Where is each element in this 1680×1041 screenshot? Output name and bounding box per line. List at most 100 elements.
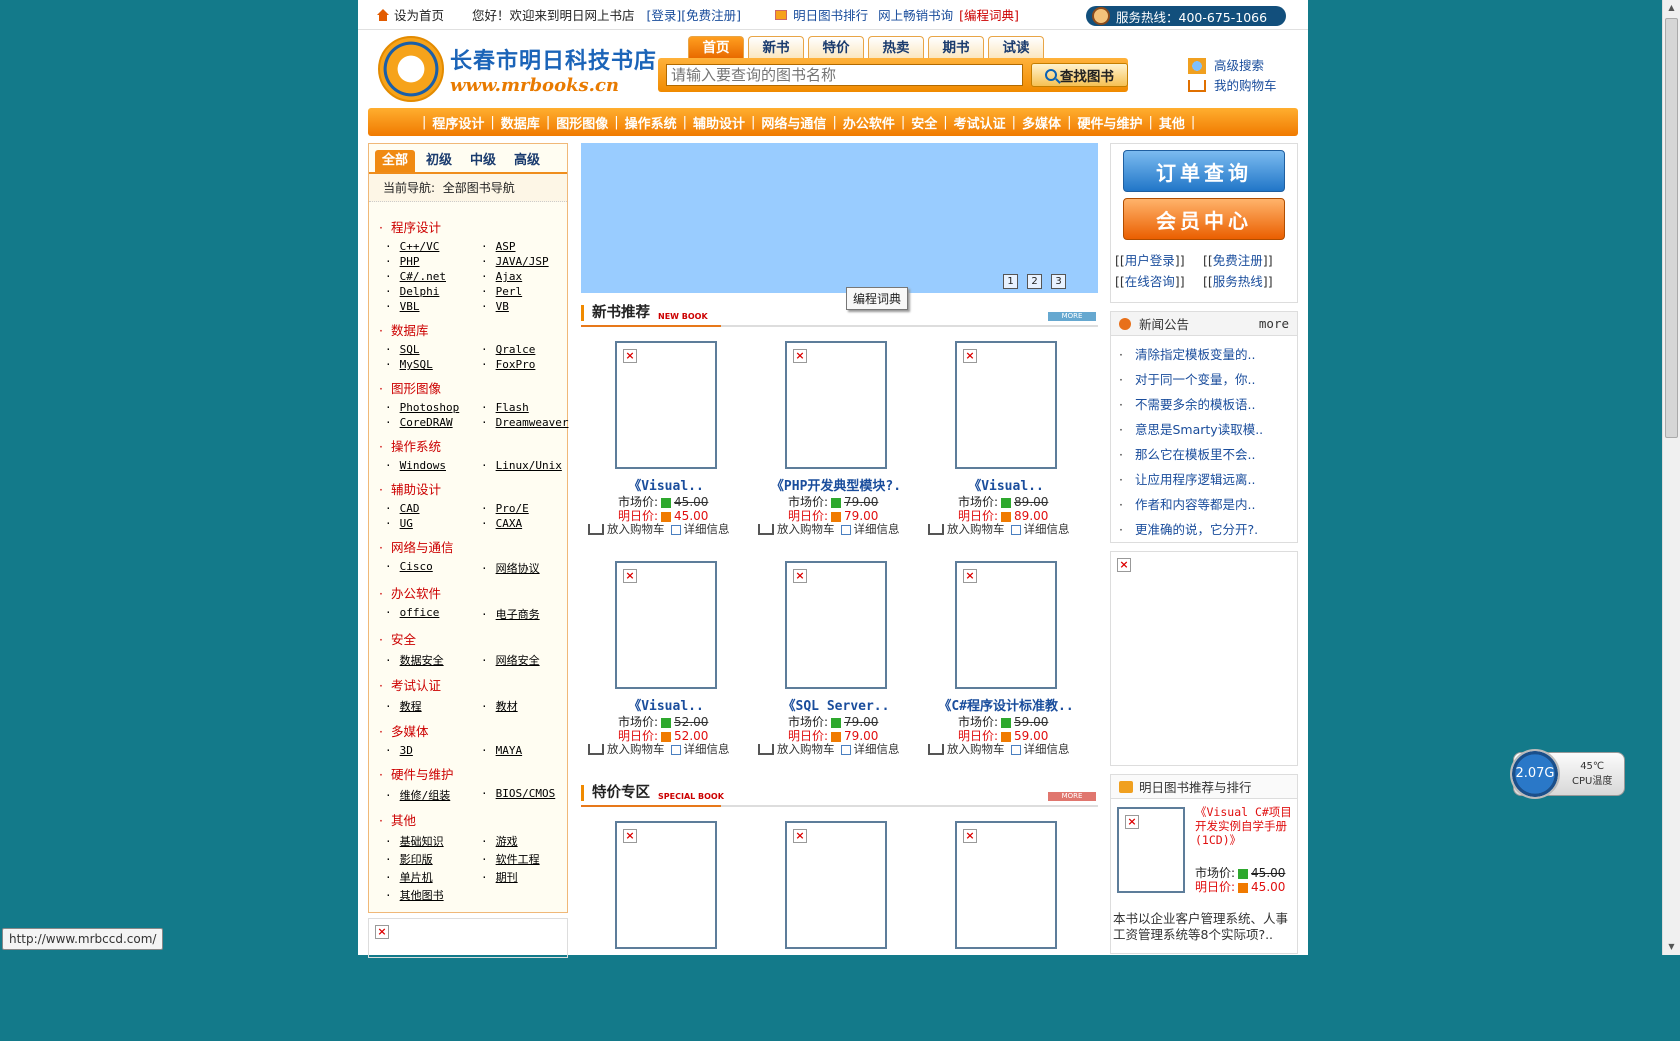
user-login-link[interactable]: 用户登录 (1115, 250, 1203, 269)
dictionary-link[interactable]: [编程词典] (959, 5, 1019, 24)
level-tab-all[interactable]: 全部 (375, 150, 415, 172)
category-group-title[interactable]: 数据库 (379, 320, 567, 339)
category-item-link[interactable]: Perl (481, 285, 577, 298)
search-input[interactable] (666, 64, 1023, 86)
tab-periodical[interactable]: 期书 (928, 36, 984, 58)
book-cover[interactable]: × (615, 561, 717, 689)
category-item-link[interactable]: C++/VC (385, 240, 481, 253)
add-to-cart-link[interactable]: 放入购物车 (947, 522, 1005, 536)
category-item-link[interactable]: Cisco (385, 560, 481, 576)
service-hotline-link[interactable]: 服务热线 (1203, 271, 1293, 290)
category-item-link[interactable]: CAD (385, 502, 481, 515)
news-more-link[interactable]: more (1259, 316, 1289, 331)
banner[interactable]: 1 2 3 (581, 143, 1098, 293)
category-item-link[interactable]: MAYA (481, 744, 577, 757)
category-item-link[interactable]: 教程 (385, 698, 481, 714)
member-center-button[interactable]: 会员中心 (1123, 198, 1285, 240)
category-group-title[interactable]: 考试认证 (379, 675, 567, 694)
category-bar-item[interactable]: 程序设计 (432, 113, 484, 132)
ranking-book-cover[interactable]: × (1117, 807, 1185, 893)
level-tab-advanced[interactable]: 高级 (507, 150, 547, 172)
news-item[interactable]: 清除指定模板变量的.. (1119, 342, 1297, 367)
category-group-title[interactable]: 多媒体 (379, 721, 567, 740)
category-item-link[interactable]: MySQL (385, 358, 481, 371)
add-to-cart-link[interactable]: 放入购物车 (777, 742, 835, 756)
tab-special[interactable]: 特价 (808, 36, 864, 58)
category-item-link[interactable]: ASP (481, 240, 577, 253)
add-to-cart-link[interactable]: 放入购物车 (947, 742, 1005, 756)
category-item-link[interactable]: 基础知识 (385, 833, 481, 849)
order-query-button[interactable]: 订单查询 (1123, 150, 1285, 192)
level-tab-beginner[interactable]: 初级 (419, 150, 459, 172)
category-item-link[interactable]: 3D (385, 744, 481, 757)
book-title[interactable]: 《PHP开发典型模块?. (751, 475, 921, 494)
book-title[interactable]: 《C#程序设计标准教.. (921, 695, 1091, 714)
category-bar-item[interactable]: 硬件与维护 (1077, 113, 1142, 132)
category-item-link[interactable]: C#/.net (385, 270, 481, 283)
category-group-title[interactable]: 图形图像 (379, 378, 567, 397)
search-button[interactable]: 查找图书 (1030, 63, 1128, 87)
tab-new[interactable]: 新书 (748, 36, 804, 58)
category-item-link[interactable]: 网络协议 (481, 560, 577, 576)
category-item-link[interactable]: Qralce (481, 343, 577, 356)
category-item-link[interactable]: Ajax (481, 270, 577, 283)
category-item-link[interactable]: 教材 (481, 698, 577, 714)
category-item-link[interactable]: UG (385, 517, 481, 530)
banner-page-3[interactable]: 3 (1051, 274, 1066, 289)
category-item-link[interactable]: VBL (385, 300, 481, 313)
category-item-link[interactable]: Flash (481, 401, 577, 414)
category-item-link[interactable]: Photoshop (385, 401, 481, 414)
category-bar-item[interactable]: 办公软件 (843, 113, 895, 132)
set-home-link[interactable]: 设为首页 (376, 5, 444, 24)
advanced-search-link[interactable]: 高级搜索 (1214, 56, 1264, 76)
book-cover[interactable]: × (785, 561, 887, 689)
book-title[interactable]: 《SQL Server.. (751, 695, 921, 714)
login-link[interactable]: [登录] (647, 5, 682, 24)
category-bar-item[interactable]: 网络与通信 (761, 113, 826, 132)
category-group-title[interactable]: 硬件与维护 (379, 764, 567, 783)
news-item[interactable]: 那么它在模板里不会.. (1119, 442, 1297, 467)
category-item-link[interactable]: office (385, 606, 481, 622)
level-tab-intermediate[interactable]: 中级 (463, 150, 503, 172)
category-group-title[interactable]: 办公软件 (379, 583, 567, 602)
book-cover[interactable]: × (615, 821, 717, 949)
category-bar-item[interactable]: 数据库 (501, 113, 540, 132)
category-bar-item[interactable]: 安全 (911, 113, 937, 132)
ranking-link[interactable]: 明日图书排行 (793, 5, 868, 24)
category-item-link[interactable]: CAXA (481, 517, 577, 530)
category-bar-item[interactable]: 操作系统 (625, 113, 677, 132)
tab-hot[interactable]: 热卖 (868, 36, 924, 58)
book-cover[interactable]: × (955, 561, 1057, 689)
book-cover[interactable]: × (955, 341, 1057, 469)
category-bar-item[interactable]: 图形图像 (556, 113, 608, 132)
book-cover[interactable]: × (615, 341, 717, 469)
category-bar-item[interactable]: 考试认证 (954, 113, 1006, 132)
category-group-title[interactable]: 操作系统 (379, 436, 567, 455)
category-group-title[interactable]: 其他 (379, 810, 567, 829)
scroll-up-arrow-icon[interactable]: ▲ (1663, 0, 1680, 16)
add-to-cart-link[interactable]: 放入购物车 (607, 522, 665, 536)
logo[interactable]: 长春市明日科技书店 www.mrbooks.cn (378, 36, 657, 102)
category-item-link[interactable]: 网络安全 (481, 652, 577, 668)
category-item-link[interactable]: 其他图书 (385, 887, 481, 903)
book-title[interactable]: 《Visual.. (921, 475, 1091, 494)
detail-link[interactable]: 详细信息 (1024, 522, 1070, 536)
detail-link[interactable]: 详细信息 (854, 522, 900, 536)
category-item-link[interactable]: 游戏 (481, 833, 577, 849)
news-item[interactable]: 意思是Smarty读取模.. (1119, 417, 1297, 442)
book-title[interactable]: 《Visual.. (581, 475, 751, 494)
detail-link[interactable]: 详细信息 (684, 742, 730, 756)
banner-page-2[interactable]: 2 (1027, 274, 1042, 289)
book-title[interactable]: 《Visual.. (581, 695, 751, 714)
category-item-link[interactable]: Windows (385, 459, 481, 472)
category-item-link[interactable]: 期刊 (481, 869, 577, 885)
category-item-link[interactable]: Linux/Unix (481, 459, 577, 472)
add-to-cart-link[interactable]: 放入购物车 (607, 742, 665, 756)
news-item[interactable]: 更准确的说，它分开?. (1119, 517, 1297, 542)
category-group-title[interactable]: 辅助设计 (379, 479, 567, 498)
banner-page-1[interactable]: 1 (1003, 274, 1018, 289)
category-item-link[interactable]: BIOS/CMOS (481, 787, 577, 803)
news-item[interactable]: 让应用程序逻辑远离.. (1119, 467, 1297, 492)
scroll-down-arrow-icon[interactable]: ▼ (1663, 939, 1680, 955)
category-item-link[interactable]: CoreDRAW (385, 416, 481, 429)
